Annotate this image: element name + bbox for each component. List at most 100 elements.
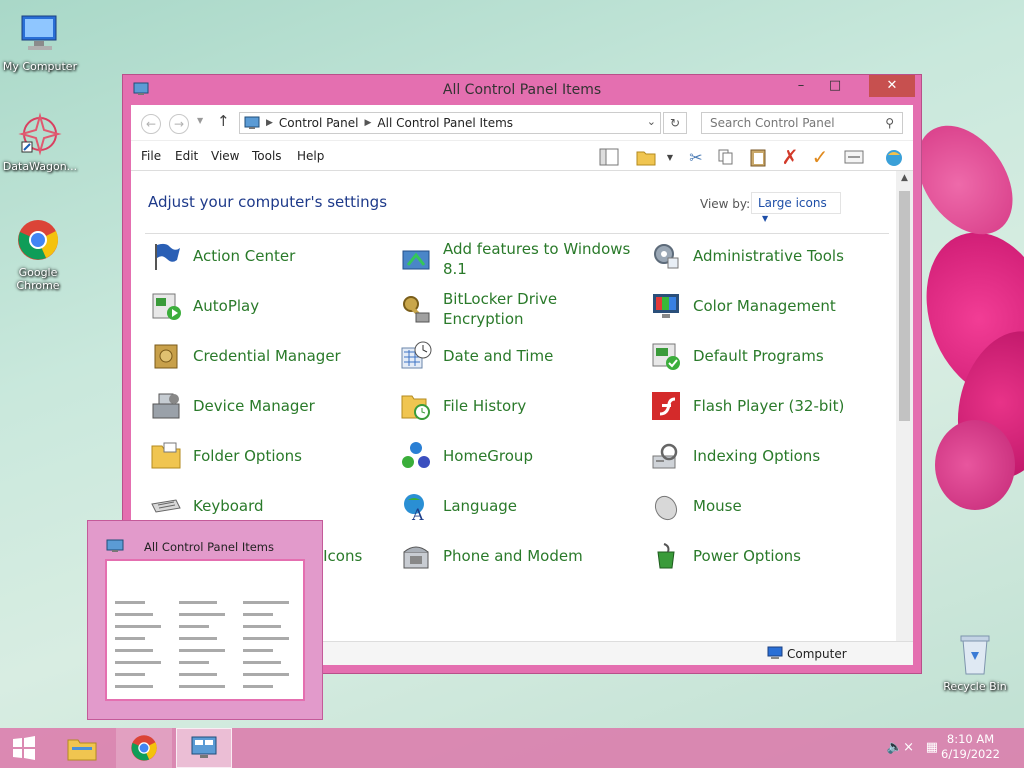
thumbnail-line: [243, 661, 281, 664]
taskbar-thumbnail-preview[interactable]: All Control Panel Items: [87, 520, 323, 720]
properties-icon[interactable]: [843, 146, 865, 168]
thumbnail-line: [179, 649, 225, 652]
control-panel-item[interactable]: Date and Time: [399, 339, 639, 373]
control-panel-item[interactable]: AutoPlay: [149, 289, 389, 323]
control-panel-item[interactable]: Keyboard: [149, 489, 389, 523]
computer-icon: [767, 646, 783, 659]
control-panel-item[interactable]: Administrative Tools: [649, 239, 889, 273]
view-by-dropdown[interactable]: Large icons ▼: [751, 192, 841, 223]
control-panel-item-label: Action Center: [193, 247, 296, 265]
vertical-scrollbar[interactable]: ▲ ▼: [896, 171, 913, 659]
desktop-icon-recycle-bin[interactable]: Recycle Bin: [935, 630, 1015, 693]
back-button[interactable]: ←: [141, 114, 161, 134]
network-icon[interactable]: ▦: [926, 740, 938, 755]
forward-button[interactable]: →: [169, 114, 189, 134]
thumbnail-image: [105, 559, 305, 701]
control-panel-item[interactable]: Indexing Options: [649, 439, 889, 473]
menu-help[interactable]: Help: [297, 149, 324, 163]
breadcrumb-all-items[interactable]: All Control Panel Items: [377, 116, 513, 130]
control-panel-icon: [106, 539, 124, 552]
menu-view[interactable]: View: [211, 149, 239, 163]
taskbar-control-panel[interactable]: [176, 728, 232, 768]
taskbar: 🔈× ▦ 8:10 AM 6/19/2022: [0, 728, 1024, 768]
desktop-icon-datawagon[interactable]: DataWagon...: [0, 110, 80, 173]
thumbnail-line: [243, 625, 281, 628]
taskbar-chrome[interactable]: [116, 728, 172, 768]
desktop-icon-label: Google Chrome: [16, 266, 60, 292]
control-panel-item-label: Folder Options: [193, 447, 302, 465]
control-panel-item[interactable]: Power Options: [649, 539, 889, 573]
start-button[interactable]: [0, 728, 48, 768]
folder-icon: [149, 439, 183, 473]
menu-tools[interactable]: Tools: [252, 149, 282, 163]
delete-icon[interactable]: ✗: [779, 145, 801, 169]
control-panel-item[interactable]: BitLocker Drive Encryption: [399, 289, 639, 329]
cut-icon[interactable]: ✂: [685, 146, 707, 168]
desktop-icon-chrome[interactable]: Google Chrome: [0, 216, 76, 292]
thumbnail-line: [243, 673, 289, 676]
divider: [145, 233, 889, 234]
add-features-icon: [399, 242, 433, 276]
maximize-button[interactable]: □: [821, 75, 849, 97]
phone-icon: [399, 539, 433, 573]
control-panel-item-label: Language: [443, 497, 518, 515]
layout-pane-icon[interactable]: [598, 146, 620, 168]
control-panel-item[interactable]: Action Center: [149, 239, 389, 273]
clock[interactable]: 8:10 AM 6/19/2022: [941, 732, 1000, 762]
paste-icon[interactable]: [747, 146, 769, 168]
clock-time: 8:10 AM: [946, 732, 995, 746]
minimize-button[interactable]: –: [787, 75, 815, 97]
control-panel-item[interactable]: HomeGroup: [399, 439, 639, 473]
thumbnail-title: All Control Panel Items: [144, 540, 274, 554]
folder-properties-icon[interactable]: [635, 146, 657, 168]
admin-tools-icon: [649, 239, 683, 273]
thumbnail-line: [243, 613, 273, 616]
control-panel-item[interactable]: Credential Manager: [149, 339, 389, 373]
chrome-icon: [14, 216, 62, 264]
thumbnail-line: [243, 649, 273, 652]
breadcrumb-control-panel[interactable]: Control Panel: [279, 116, 359, 130]
up-button[interactable]: ↑: [217, 112, 230, 130]
control-panel-item[interactable]: A Language: [399, 489, 639, 523]
volume-muted-icon[interactable]: 🔈×: [887, 740, 914, 755]
scroll-up-icon[interactable]: ▲: [896, 173, 913, 183]
control-panel-item[interactable]: File History: [399, 389, 639, 423]
menu-file[interactable]: File: [141, 149, 161, 163]
globe-shell-icon[interactable]: [883, 146, 905, 168]
menu-edit[interactable]: Edit: [175, 149, 198, 163]
copy-icon[interactable]: [715, 146, 737, 168]
windows-logo-icon: [13, 736, 35, 760]
desktop-icon-label: My Computer: [2, 60, 78, 73]
recent-dropdown-icon[interactable]: ▼: [197, 116, 203, 125]
close-button[interactable]: ✕: [869, 75, 915, 97]
chevron-down-icon: ▼: [762, 214, 769, 223]
thumbnail-line: [115, 625, 161, 628]
taskbar-file-explorer[interactable]: [54, 728, 110, 768]
autoplay-icon: [149, 289, 183, 323]
control-panel-item-label: Keyboard: [193, 497, 264, 515]
control-panel-item[interactable]: Color Management: [649, 289, 889, 323]
control-panel-item[interactable]: Device Manager: [149, 389, 389, 423]
address-bar[interactable]: ▶ Control Panel ▶ All Control Panel Item…: [239, 112, 661, 134]
refresh-button[interactable]: ↻: [663, 112, 687, 134]
control-panel-item[interactable]: Mouse: [649, 489, 889, 523]
control-panel-item[interactable]: Default Programs: [649, 339, 889, 373]
address-dropdown-icon[interactable]: ⌄: [647, 115, 656, 128]
thumbnail-line: [243, 601, 289, 604]
thumbnail-line: [179, 685, 225, 688]
control-panel-item[interactable]: Folder Options: [149, 439, 389, 473]
control-panel-item[interactable]: Phone and Modem: [399, 539, 639, 573]
checkmark-icon[interactable]: ✓: [809, 145, 831, 169]
desktop-icon-my-computer[interactable]: My Computer: [0, 10, 80, 73]
control-panel-item-label: BitLocker Drive Encryption: [443, 290, 558, 328]
title-bar[interactable]: All Control Panel Items – □ ✕: [123, 75, 921, 105]
indexing-icon: [649, 439, 683, 473]
scrollbar-thumb[interactable]: [899, 191, 910, 421]
search-input[interactable]: Search Control Panel ⚲: [701, 112, 903, 134]
control-panel-item[interactable]: Flash Player (32-bit): [649, 389, 889, 423]
page-heading: Adjust your computer's settings: [148, 193, 388, 211]
control-panel-item[interactable]: Add features to Windows 8.1: [399, 239, 639, 279]
keyboard-icon: [149, 489, 183, 523]
folder-dropdown-icon[interactable]: ▼: [659, 146, 681, 168]
mouse-icon: [649, 489, 683, 523]
